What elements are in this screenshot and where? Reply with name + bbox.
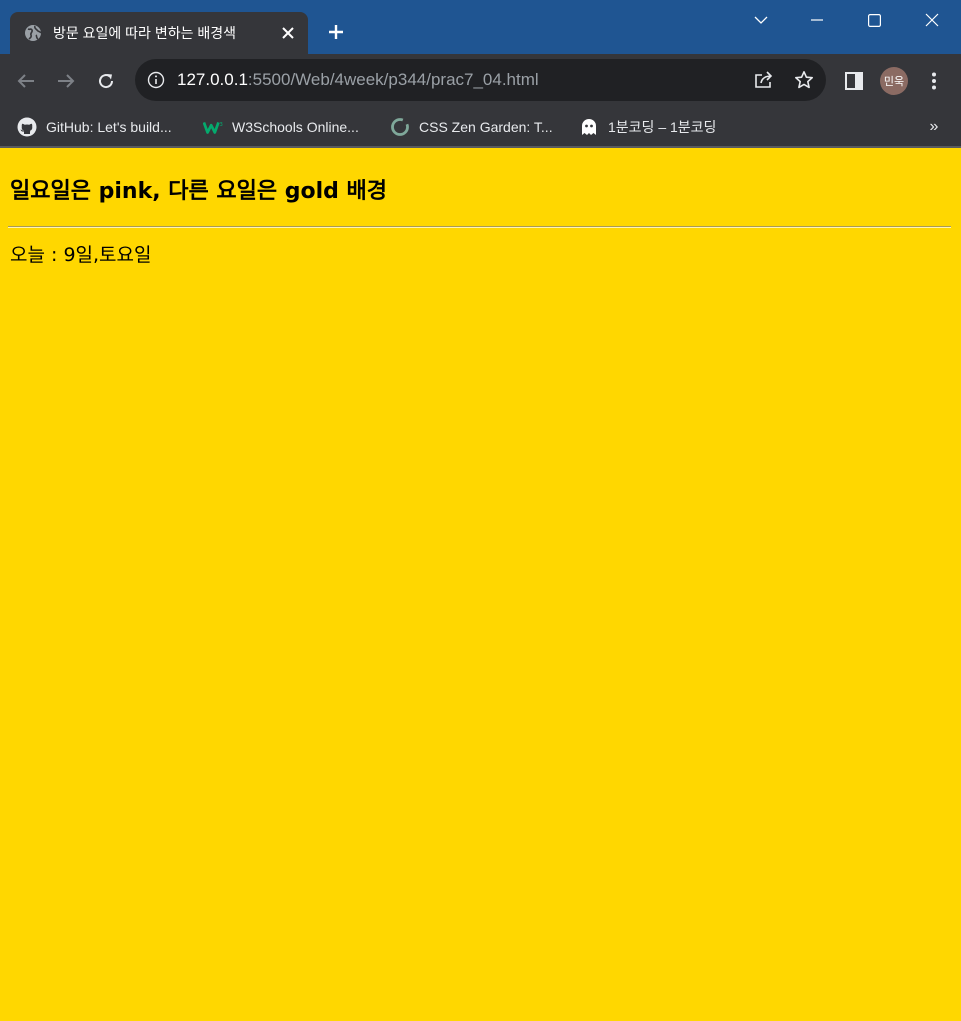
page-content: 일요일은 pink, 다른 요일은 gold 배경 오늘 : 9일,토요일: [0, 148, 961, 1021]
bookmark-label: W3Schools Online...: [232, 119, 359, 135]
bookmark-w3schools[interactable]: 3 W3Schools Online...: [203, 113, 359, 141]
side-panel-button[interactable]: [838, 65, 870, 97]
tab-search-button[interactable]: [741, 4, 781, 36]
side-panel-icon: [845, 72, 863, 90]
zen-garden-icon: [390, 117, 410, 137]
minimize-icon: [811, 19, 823, 21]
more-bookmarks-button[interactable]: »: [924, 113, 944, 141]
plus-icon: [329, 25, 343, 39]
close-window-button[interactable]: [912, 4, 952, 36]
w3schools-icon: 3: [203, 117, 223, 137]
bookmark-github[interactable]: GitHub: Let's build...: [17, 113, 172, 141]
back-button[interactable]: [10, 65, 42, 97]
active-tab[interactable]: 방문 요일에 따라 변하는 배경색: [10, 12, 308, 54]
profile-avatar[interactable]: 민욱: [880, 67, 908, 95]
reload-button[interactable]: [90, 65, 122, 97]
browser-titlebar: 방문 요일에 따라 변하는 배경색: [0, 0, 961, 54]
new-tab-button[interactable]: [322, 18, 350, 46]
forward-button[interactable]: [50, 65, 82, 97]
globe-icon: [24, 24, 42, 42]
github-icon: [17, 117, 37, 137]
bookmarks-bar: GitHub: Let's build... 3 W3Schools Onlin…: [0, 108, 961, 146]
tab-title: 방문 요일에 따라 변하는 배경색: [53, 25, 236, 41]
tab-close-icon[interactable]: [278, 23, 298, 43]
today-text: 오늘 : 9일,토요일: [10, 244, 152, 266]
minimize-button[interactable]: [797, 4, 837, 36]
maximize-icon: [867, 13, 881, 27]
address-bar[interactable]: 127.0.0.1:5500/Web/4week/p344/prac7_04.h…: [135, 59, 826, 101]
browser-toolbar: 127.0.0.1:5500/Web/4week/p344/prac7_04.h…: [0, 54, 961, 108]
page-heading: 일요일은 pink, 다른 요일은 gold 배경: [10, 179, 388, 204]
svg-text:3: 3: [219, 122, 223, 128]
horizontal-rule: [8, 226, 951, 228]
arrow-left-icon: [17, 74, 34, 88]
url-text[interactable]: 127.0.0.1:5500/Web/4week/p344/prac7_04.h…: [177, 71, 539, 89]
star-icon[interactable]: [793, 69, 815, 91]
bookmark-1bun-coding[interactable]: 1분코딩 – 1분코딩: [579, 113, 716, 141]
ghost-icon: [579, 117, 599, 137]
menu-button[interactable]: [918, 65, 950, 97]
url-host: 127.0.0.1: [177, 70, 248, 89]
info-icon[interactable]: [147, 71, 165, 89]
maximize-button[interactable]: [854, 4, 894, 36]
kebab-menu-icon: [932, 72, 936, 90]
bookmark-css-zen-garden[interactable]: CSS Zen Garden: T...: [390, 113, 553, 141]
close-icon: [925, 13, 939, 27]
bookmark-label: GitHub: Let's build...: [46, 119, 172, 135]
bookmark-label: 1분코딩 – 1분코딩: [608, 119, 717, 135]
url-path: :5500/Web/4week/p344/prac7_04.html: [247, 70, 539, 89]
arrow-right-icon: [58, 74, 75, 88]
chevron-down-icon: [754, 16, 768, 24]
bookmark-label: CSS Zen Garden: T...: [419, 119, 553, 135]
reload-icon: [99, 74, 114, 89]
share-icon[interactable]: [753, 69, 775, 91]
